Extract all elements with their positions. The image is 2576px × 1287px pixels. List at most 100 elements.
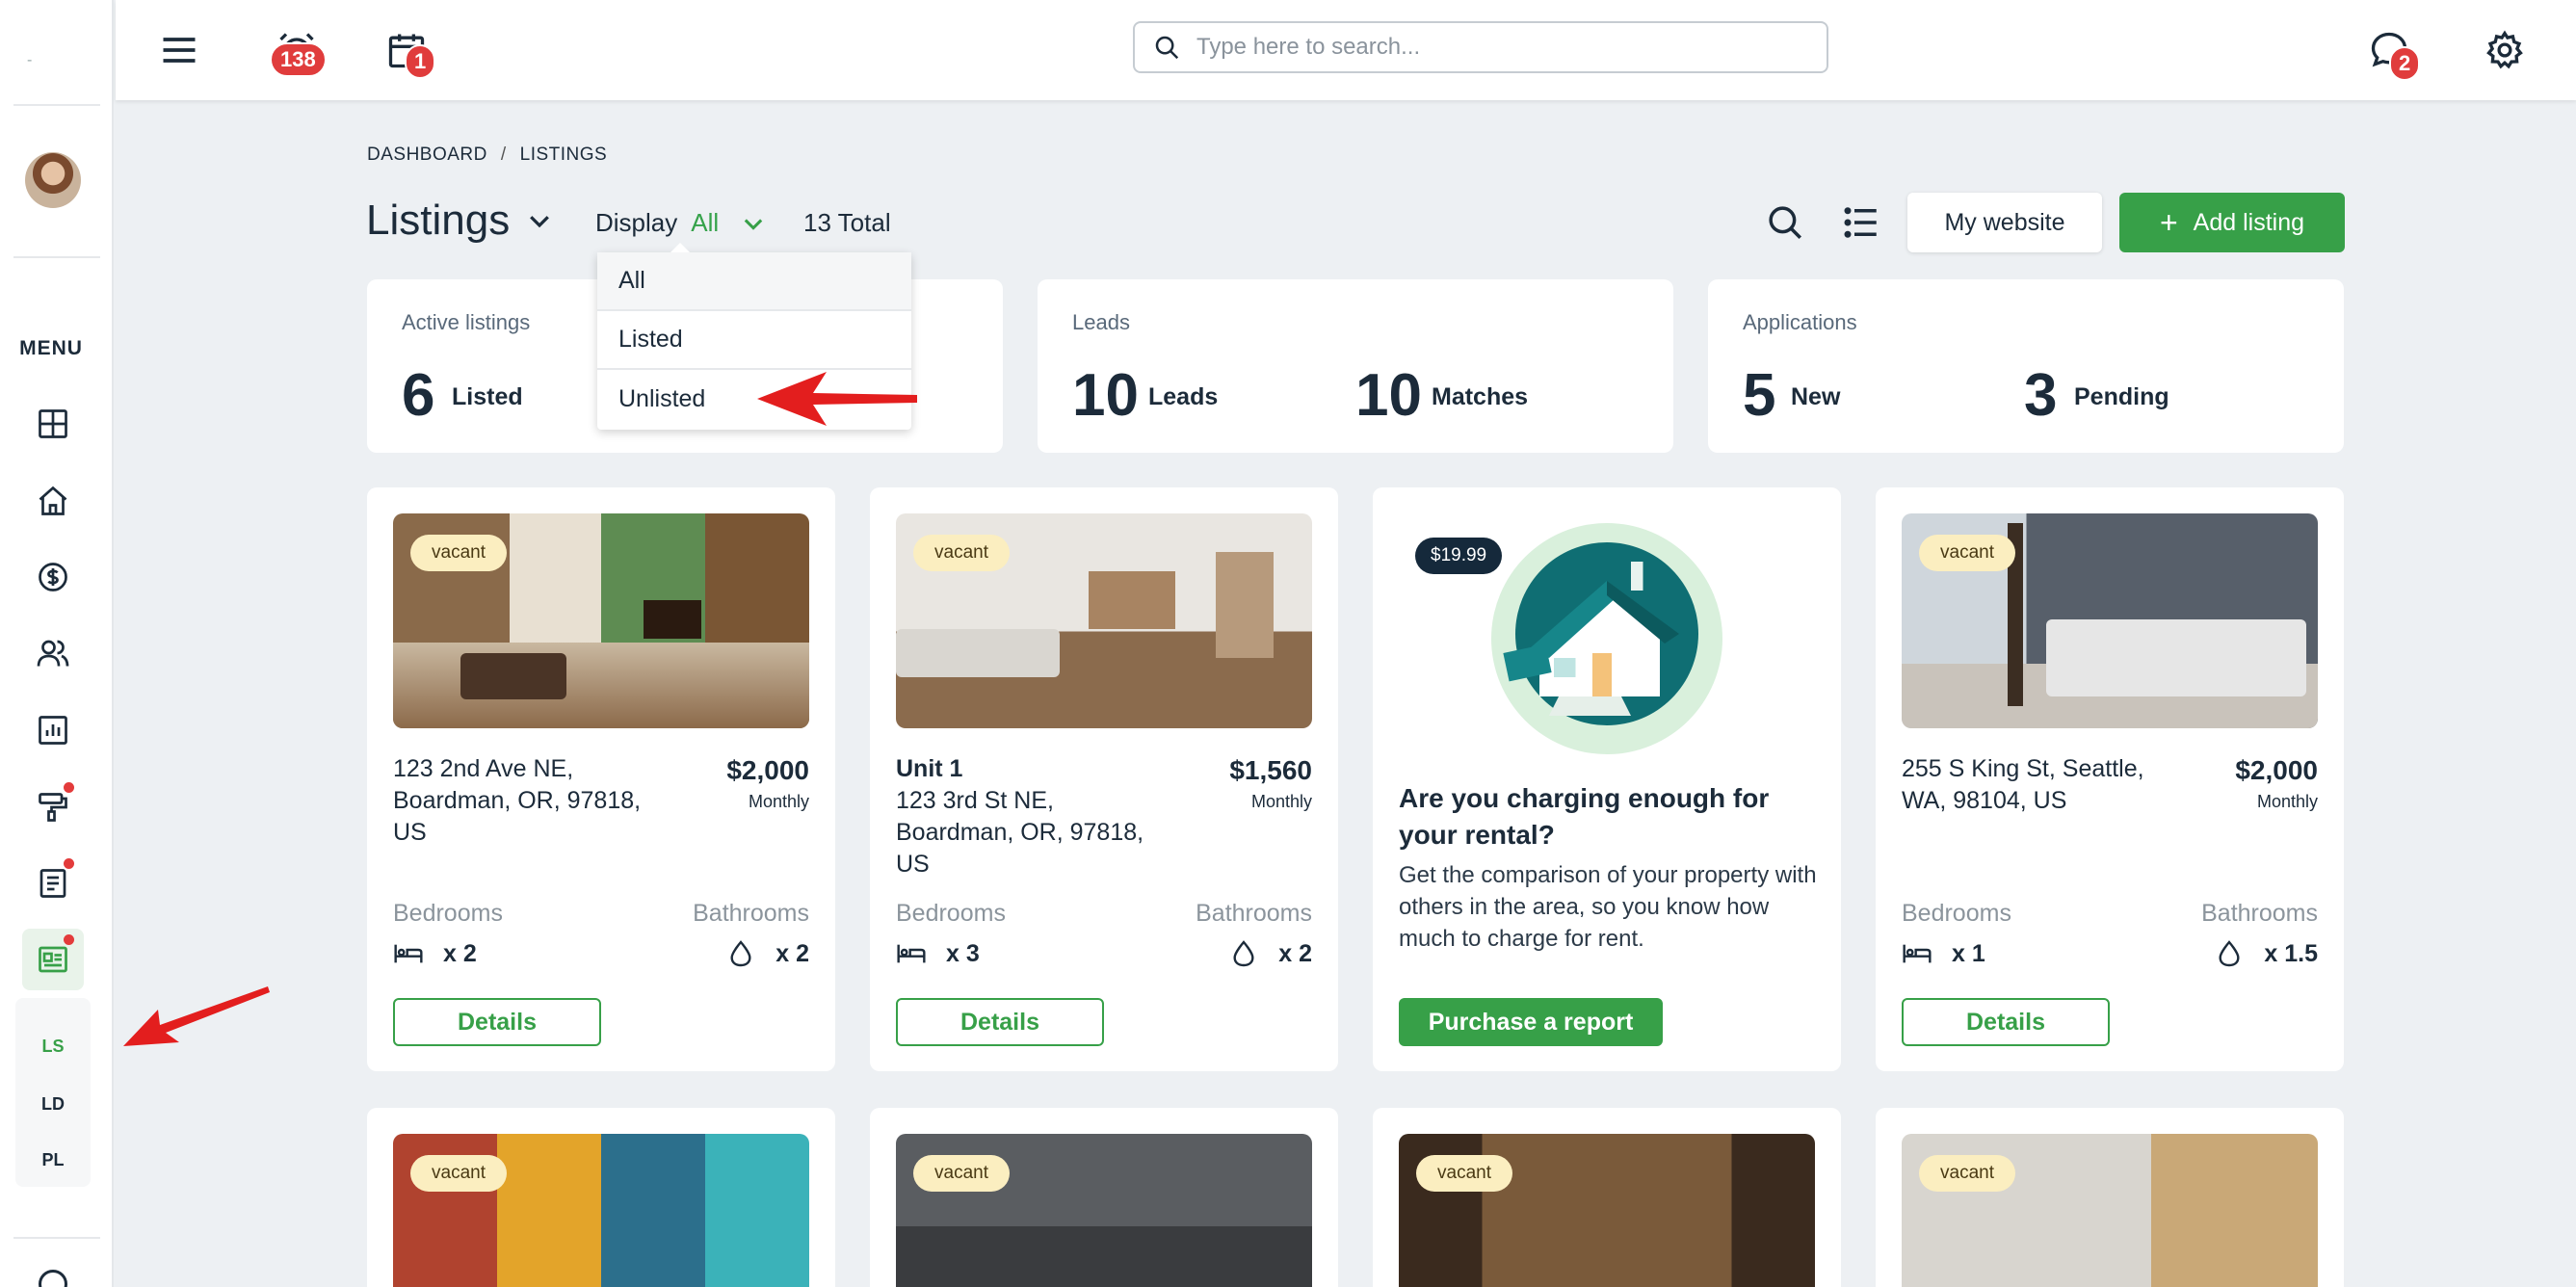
red-arrow-annotation	[123, 986, 270, 1046]
chart-icon	[39, 716, 67, 745]
add-listing-button[interactable]: + Add listing	[2119, 193, 2345, 252]
dropdown-option-listed[interactable]: Listed	[597, 311, 911, 370]
calendar-button[interactable]: 1	[378, 21, 436, 79]
promo-title: Are you charging enough for your rental?	[1399, 783, 1770, 850]
settings-button[interactable]	[2476, 21, 2534, 79]
sidebar-item-maintenance[interactable]	[22, 776, 84, 838]
bedrooms-label: Bedrooms	[393, 900, 503, 927]
listing-card: vacant	[1373, 1108, 1841, 1287]
sidebar-item-tenants[interactable]	[22, 622, 84, 684]
topbar: 138 1 2	[116, 0, 2576, 100]
stat-title: Applications	[1743, 310, 1857, 334]
bed-icon	[1903, 944, 1932, 963]
sidebar-divider	[13, 256, 100, 258]
bathrooms-label: Bathrooms	[2201, 900, 2318, 927]
paint-roller-icon	[39, 793, 67, 822]
dropdown-option-all[interactable]: All	[597, 252, 911, 311]
hamburger-menu-button[interactable]	[150, 21, 208, 79]
water-drop-icon	[1233, 940, 1254, 967]
bathrooms-label: Bathrooms	[693, 900, 809, 927]
calendar-badge: 1	[405, 44, 436, 79]
notifications-badge: 138	[270, 42, 327, 77]
bedrooms-value: x 3	[896, 938, 980, 969]
purchase-report-button[interactable]: Purchase a report	[1399, 998, 1663, 1046]
listing-photo[interactable]: vacant	[1902, 513, 2318, 728]
bathrooms-value: x 2	[725, 938, 809, 969]
messages-button[interactable]: 2	[2360, 21, 2421, 81]
promo-price-tag: $19.99	[1415, 538, 1503, 574]
list-view-button[interactable]	[1839, 200, 1883, 245]
stat-card-applications: Applications 5 New 3 Pending	[1708, 279, 2344, 453]
display-value: All	[691, 208, 720, 237]
display-filter[interactable]: Display All	[595, 208, 767, 238]
chevron-down-icon	[530, 216, 550, 228]
sidebar-item-payments[interactable]	[22, 546, 84, 608]
listing-card: vacant 123 2nd Ave NE, Boardman, OR, 978…	[367, 487, 835, 1071]
listing-photo[interactable]: vacant	[393, 513, 809, 728]
stat-number: 5	[1743, 362, 1776, 429]
help-icon[interactable]	[39, 1270, 67, 1287]
bed-icon	[897, 944, 926, 963]
stat-title: Leads	[1072, 310, 1130, 334]
search-icon	[1769, 206, 1801, 239]
bedrooms-label: Bedrooms	[1902, 900, 2011, 927]
stat-title: Active listings	[402, 310, 531, 334]
bedrooms-count: x 2	[443, 939, 477, 967]
notification-dot	[64, 782, 74, 793]
document-icon	[39, 869, 66, 898]
vacant-tag: vacant	[1919, 535, 2015, 571]
sidebar-item-reports[interactable]	[22, 699, 84, 761]
water-drop-icon	[2219, 940, 2240, 967]
submenu-item-pl[interactable]: PL	[0, 1150, 106, 1170]
search-input[interactable]	[1196, 34, 1774, 61]
listing-photo[interactable]: vacant	[393, 1134, 809, 1287]
logo-placeholder: -	[27, 52, 33, 68]
sidebar-item-documents[interactable]	[22, 853, 84, 914]
listing-photo[interactable]: vacant	[896, 1134, 1312, 1287]
bathrooms-label: Bathrooms	[1196, 900, 1312, 927]
red-arrow-annotation	[757, 372, 917, 426]
bathrooms-value: x 2	[1228, 938, 1312, 969]
listing-photo[interactable]: vacant	[896, 513, 1312, 728]
house-for-rent-illustration	[1491, 523, 1722, 754]
page-title-dropdown[interactable]: Listings	[366, 197, 554, 245]
sidebar-item-dashboard[interactable]	[22, 393, 84, 455]
bedrooms-value: x 2	[393, 938, 477, 969]
bedrooms-count: x 1	[1952, 939, 1985, 967]
avatar[interactable]	[25, 152, 81, 208]
gear-icon	[2486, 30, 2523, 69]
add-listing-label: Add listing	[2193, 208, 2305, 236]
submenu-item-ld[interactable]: LD	[0, 1094, 106, 1115]
breadcrumb-listings: LISTINGS	[519, 144, 608, 165]
display-label: Display	[595, 208, 678, 237]
vacant-tag: vacant	[913, 535, 1010, 571]
my-website-button[interactable]: My website	[1907, 193, 2102, 252]
list-icon	[1844, 207, 1877, 238]
bathrooms-count: x 1.5	[2264, 939, 2318, 967]
details-button[interactable]: Details	[896, 998, 1104, 1046]
users-icon	[37, 640, 69, 667]
listing-photo[interactable]: vacant	[1399, 1134, 1815, 1287]
search-listings-button[interactable]	[1763, 200, 1807, 245]
hamburger-icon	[163, 38, 196, 63]
home-icon	[39, 486, 67, 515]
vacant-tag: vacant	[913, 1155, 1010, 1192]
alarm-button[interactable]: 138	[268, 21, 327, 79]
details-button[interactable]: Details	[1902, 998, 2110, 1046]
listing-period: Monthly	[748, 792, 809, 811]
listing-photo[interactable]: vacant	[1902, 1134, 2318, 1287]
sidebar-item-properties[interactable]	[22, 470, 84, 532]
breadcrumb: DASHBOARD / LISTINGS	[367, 144, 607, 166]
bathrooms-count: x 2	[775, 939, 809, 967]
submenu-item-ls[interactable]: LS	[0, 1037, 106, 1057]
bedrooms-value: x 1	[1902, 938, 1985, 969]
sidebar-divider	[13, 1237, 100, 1239]
listing-price: $1,560	[1229, 755, 1312, 785]
stat-label: Matches	[1432, 383, 1529, 410]
bedrooms-label: Bedrooms	[896, 900, 1006, 927]
bathrooms-count: x 2	[1278, 939, 1312, 967]
breadcrumb-dashboard[interactable]: DASHBOARD	[367, 144, 487, 165]
sidebar-item-listings[interactable]	[22, 929, 84, 990]
listing-unit: Unit 1	[896, 755, 963, 782]
details-button[interactable]: Details	[393, 998, 601, 1046]
